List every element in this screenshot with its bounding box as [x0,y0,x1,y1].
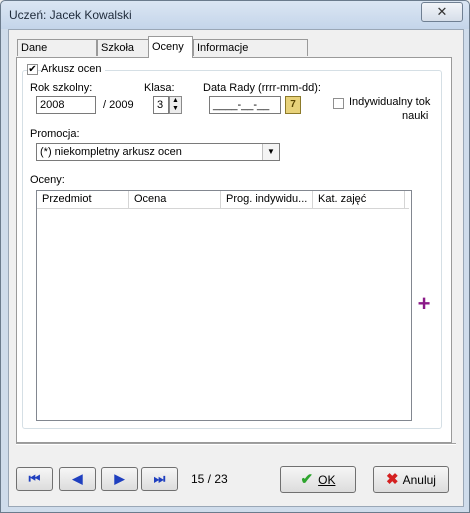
rok-szkolny-label: Rok szkolny: [30,82,93,94]
plus-icon: + [417,291,431,316]
close-icon: ✖ [386,471,399,488]
promocja-label: Promocja: [30,128,80,140]
cancel-label: Anuluj [402,473,436,487]
rok-szkolny-end: / 2009 [103,99,134,111]
promocja-value: (*) niekompletny arkusz ocen [40,146,182,158]
arrow-right-icon: ▶ [114,471,125,486]
first-record-button[interactable]: ⏮ [16,467,53,491]
column-header-przedmiot[interactable]: Przedmiot [37,191,129,208]
tab-szkola[interactable]: Szkoła [97,39,149,56]
oceny-table[interactable]: Przedmiot Ocena Prog. indywidu... Kat. z… [36,190,412,421]
klasa-spinner[interactable]: ▲ ▼ [169,96,182,114]
record-counter: 15 / 23 [191,472,228,486]
checkmark-icon: ✔ [300,471,314,488]
promocja-select[interactable]: (*) niekompletny arkusz ocen ▼ [36,143,280,161]
indywidualny-tok-label-1: Indywidualny tok [349,96,431,108]
indywidualny-tok-checkbox[interactable] [333,98,344,109]
checkmark-icon: ✔ [28,64,37,75]
cancel-button[interactable]: ✖ Anuluj [373,466,449,493]
calendar-icon: 7 [290,99,296,110]
ok-label: OK [318,473,336,487]
dialog-window: Uczeń: Jacek Kowalski ✕ Dane osobowe Szk… [0,0,470,513]
next-record-button[interactable]: ▶ [101,467,138,491]
chevron-down-icon[interactable]: ▼ [262,144,279,160]
ok-button[interactable]: ✔ OK [280,466,356,493]
klasa-input[interactable]: 3 [153,96,169,114]
arkusz-ocen-label: Arkusz ocen [41,63,105,75]
data-rady-label: Data Rady (rrrr-mm-dd): [203,82,321,94]
close-button[interactable]: ✕ [421,2,463,22]
tab-label: Oceny [152,41,184,53]
tab-dane-osobowe[interactable]: Dane osobowe [17,39,97,71]
tab-oceny[interactable]: Oceny [148,36,193,58]
previous-record-button[interactable]: ◀ [59,467,96,491]
arkusz-ocen-checkbox[interactable]: ✔ [27,64,38,75]
table-header: Przedmiot Ocena Prog. indywidu... Kat. z… [37,191,409,209]
rok-szkolny-input[interactable]: 2008 [36,96,96,114]
first-icon: ⏮ [28,471,41,486]
column-header-ocena[interactable]: Ocena [129,191,221,208]
title-bar: Uczeń: Jacek Kowalski ✕ [1,1,469,29]
last-icon: ⏭ [153,471,166,486]
tab-informacje-dodatkowe[interactable]: Informacje dodatkowe [193,39,308,71]
column-header-prog-indywidualny[interactable]: Prog. indywidu... [221,191,313,208]
add-grade-button[interactable]: + [415,293,433,315]
close-icon: ✕ [436,4,448,19]
column-header-kat-zajec[interactable]: Kat. zajęć [313,191,405,208]
client-area: Dane osobowe Szkoła Oceny Informacje dod… [8,29,464,507]
last-record-button[interactable]: ⏭ [141,467,178,491]
separator [16,443,456,445]
indywidualny-tok-label-2: nauki [402,110,429,122]
spin-down-icon[interactable]: ▼ [170,105,181,113]
klasa-label: Klasa: [144,82,175,94]
calendar-button[interactable]: 7 [285,96,301,114]
data-rady-input[interactable]: ____-__-__ [209,96,281,114]
window-title: Uczeń: Jacek Kowalski [9,8,132,22]
tab-label: Szkoła [101,42,135,54]
spin-up-icon[interactable]: ▲ [170,97,181,105]
oceny-label: Oceny: [30,174,65,186]
arrow-left-icon: ◀ [72,471,83,486]
